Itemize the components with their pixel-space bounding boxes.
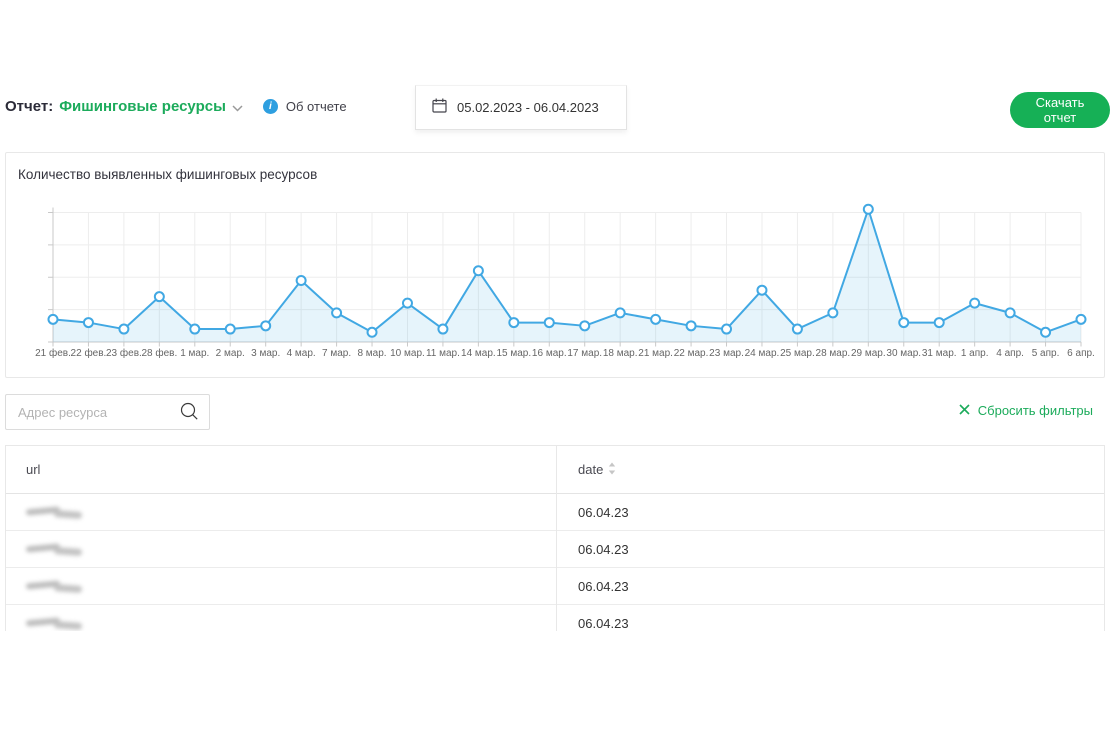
- date-cell: 06.04.23: [556, 579, 629, 594]
- chart-title: Количество выявленных фишинговых ресурсо…: [18, 167, 317, 182]
- svg-text:16 мар.: 16 мар.: [532, 348, 567, 359]
- table-row[interactable]: 06.04.23: [6, 605, 1104, 631]
- phishing-report-page: Отчет: Фишинговые ресурсы i Об отчете 05…: [0, 0, 1110, 740]
- date-range-value: 05.02.2023 - 06.04.2023: [457, 100, 599, 115]
- date-cell: 06.04.23: [556, 616, 629, 631]
- svg-text:31 мар.: 31 мар.: [922, 348, 957, 359]
- url-cell-redacted: [6, 542, 556, 556]
- svg-text:24 мар.: 24 мар.: [745, 348, 780, 359]
- svg-text:23 мар.: 23 мар.: [709, 348, 744, 359]
- about-report-link[interactable]: i Об отчете: [263, 99, 347, 114]
- reset-filters-label: Сбросить фильтры: [978, 403, 1093, 418]
- date-cell: 06.04.23: [556, 505, 629, 520]
- table-row[interactable]: 06.04.23: [6, 568, 1104, 605]
- svg-text:30 мар.: 30 мар.: [886, 348, 921, 359]
- svg-text:2 мар.: 2 мар.: [216, 348, 245, 359]
- close-icon: [959, 403, 970, 418]
- results-table: url date 06.04.23 06.04.23 06.04.23: [5, 445, 1105, 631]
- svg-text:1 апр.: 1 апр.: [961, 348, 989, 359]
- svg-text:22 мар.: 22 мар.: [674, 348, 709, 359]
- redacted-url-blob: [26, 579, 84, 593]
- svg-text:1 мар.: 1 мар.: [180, 348, 209, 359]
- report-header: Отчет: Фишинговые ресурсы i Об отчете: [5, 98, 347, 115]
- phishing-line-chart: 21 фев.22 фев.23 фев.28 фев.1 мар. 2 мар.…: [6, 153, 1104, 377]
- report-type-select[interactable]: Фишинговые ресурсы: [59, 98, 243, 115]
- search-button[interactable]: [175, 401, 209, 424]
- column-divider: [556, 446, 557, 631]
- svg-text:17 мар.: 17 мар.: [567, 348, 602, 359]
- calendar-icon: [432, 98, 447, 118]
- svg-text:22 фев.: 22 фев.: [71, 347, 107, 359]
- svg-text:14 мар.: 14 мар.: [461, 348, 496, 359]
- svg-text:25 мар.: 25 мар.: [780, 348, 815, 359]
- svg-text:21 мар.: 21 мар.: [638, 348, 673, 359]
- svg-text:21 фев.: 21 фев.: [35, 347, 71, 359]
- svg-text:11 мар.: 11 мар.: [426, 348, 460, 359]
- sort-icon: [608, 462, 616, 478]
- date-range-picker[interactable]: 05.02.2023 - 06.04.2023: [415, 85, 627, 130]
- url-cell-redacted: [6, 616, 556, 630]
- url-cell-redacted: [6, 505, 556, 519]
- svg-text:18 мар.: 18 мар.: [603, 348, 638, 359]
- about-report-label: Об отчете: [286, 99, 347, 114]
- search-icon: [179, 401, 199, 424]
- report-type-value: Фишинговые ресурсы: [59, 98, 226, 115]
- table-body: 06.04.23 06.04.23 06.04.23 06.04.23: [6, 494, 1104, 631]
- svg-text:15 мар.: 15 мар.: [496, 348, 531, 359]
- svg-text:28 фев.: 28 фев.: [141, 347, 177, 359]
- reset-filters-button[interactable]: Сбросить фильтры: [959, 403, 1093, 418]
- table-row[interactable]: 06.04.23: [6, 494, 1104, 531]
- info-icon: i: [263, 99, 278, 114]
- table-header-row: url date: [6, 446, 1104, 494]
- table-row[interactable]: 06.04.23: [6, 531, 1104, 568]
- redacted-url-blob: [26, 505, 84, 519]
- redacted-url-blob: [26, 616, 84, 630]
- svg-text:10 мар.: 10 мар.: [390, 348, 425, 359]
- report-label: Отчет:: [5, 98, 53, 115]
- column-header-date[interactable]: date: [556, 462, 616, 478]
- download-report-button[interactable]: Скачать отчет: [1010, 92, 1110, 128]
- svg-text:8 мар.: 8 мар.: [357, 348, 386, 359]
- svg-text:6 апр.: 6 апр.: [1067, 348, 1095, 359]
- resource-search-box: [5, 394, 210, 430]
- chevron-down-icon: [232, 100, 243, 115]
- column-header-url: url: [6, 462, 556, 477]
- svg-text:7 мар.: 7 мар.: [322, 348, 351, 359]
- svg-text:29 мар.: 29 мар.: [851, 348, 886, 359]
- resource-search-input[interactable]: [6, 405, 175, 420]
- redacted-url-blob: [26, 542, 84, 556]
- svg-text:5 апр.: 5 апр.: [1032, 348, 1060, 359]
- svg-text:28 мар.: 28 мар.: [816, 348, 851, 359]
- svg-text:3 мар.: 3 мар.: [251, 348, 280, 359]
- chart-card: 21 фев.22 фев.23 фев.28 фев.1 мар. 2 мар.…: [5, 152, 1105, 378]
- svg-text:23 фев.: 23 фев.: [106, 347, 142, 359]
- date-cell: 06.04.23: [556, 542, 629, 557]
- svg-text:4 мар.: 4 мар.: [287, 348, 316, 359]
- column-header-date-label: date: [578, 462, 603, 477]
- url-cell-redacted: [6, 579, 556, 593]
- svg-text:4 апр.: 4 апр.: [996, 348, 1024, 359]
